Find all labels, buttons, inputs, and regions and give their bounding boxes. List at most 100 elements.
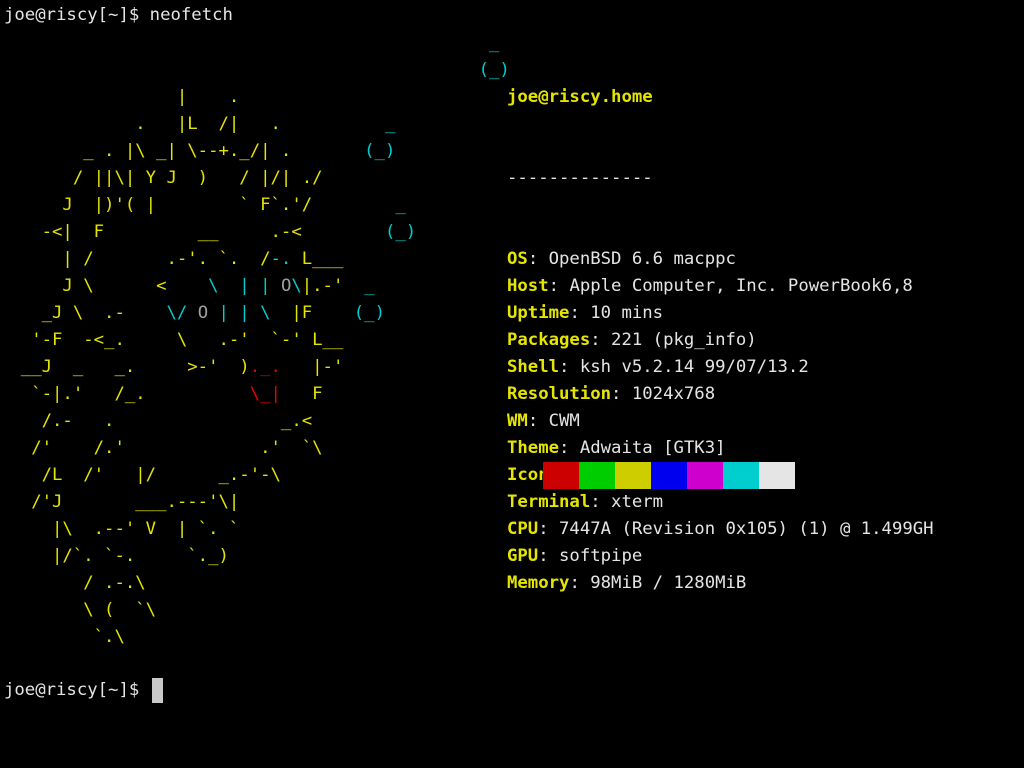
ascii-art-segment: _ . |\ _| \--+._/| . [0,141,365,161]
ascii-art-line: '-F -<_. \ .-' `-' L__ [0,327,510,354]
info-colon: : [538,546,560,566]
ascii-art-line: |\ .--' V | `. ` [0,516,510,543]
info-colon: : [538,519,560,539]
ascii-art-segment: \ | | [208,276,281,296]
ascii-art-segment: `.\ [0,627,125,647]
ascii-art-segment: _ [364,276,375,296]
ascii-art-segment: (_) [364,141,396,161]
info-value: 7447A (Revision 0x105) (1) @ 1.499GH [559,519,934,539]
terminal-window[interactable]: joe@riscy[~]$ neofetch _ (_) | . . |L /|… [0,0,1024,768]
ascii-art-line: _ . |\ _| \--+._/| . (_) [0,138,510,165]
ascii-art-segment: \ ( `\ [0,600,157,620]
palette-swatch [579,462,615,489]
ascii-art-segment: (_) [353,303,385,323]
ascii-art-segment: '-F -<_. \ .-' `-' L__ [0,330,344,350]
info-value: OpenBSD 6.6 macppc [548,249,736,269]
ascii-art-segment: \_| [249,384,281,404]
info-row-packages: Packages: 221 (pkg_info) [507,327,934,354]
info-value: Apple Computer, Inc. PowerBook6,8 [569,276,913,296]
ascii-art-line: / .-.\ [0,570,510,597]
command-line: joe@riscy[~]$ neofetch [4,2,233,29]
info-key: GPU [507,546,539,566]
info-row-wm: WM: CWM [507,408,934,435]
info-row-cpu: CPU: 7447A (Revision 0x105) (1) @ 1.499G… [507,516,934,543]
ascii-art-line: __J _ _. >-' )._. |-' [0,354,510,381]
ascii-art-segment: _J \ .- [0,303,167,323]
ascii-art-segment: |-' [280,357,344,377]
ascii-art-line: /L /' |/ _.-'-\ [0,462,510,489]
ascii-art-segment: ) [239,357,250,377]
ascii-art-line: J |)'( | ` F`.'/ _ [0,192,510,219]
ascii-art-line: / ||\| Y J ) / |/| ./ [0,165,510,192]
ascii-art-segment: _ [395,195,406,215]
ascii-art-segment: (_) [478,60,510,80]
ascii-art-segment: _ [384,114,396,134]
ascii-art-segment: /'J ___.---'\| [0,492,240,512]
ascii-art-line: | / .-'. `. /-. L___ [0,246,510,273]
info-value: ksh v5.2.14 99/07/13.2 [579,357,809,377]
info-row-shell: Shell: ksh v5.2.14 99/07/13.2 [507,354,934,381]
info-colon: : [569,303,591,323]
info-key: Memory [507,573,570,593]
info-value: Adwaita [GTK3] [579,438,726,458]
ascii-art-line: /.- . _.< [0,408,510,435]
info-value: xterm [611,492,664,512]
ascii-art-segment: |F [291,303,354,323]
info-key: Uptime [507,303,570,323]
ascii-art-line: | . [0,84,510,111]
ascii-art-segment: |\ .--' V | `. ` [0,519,240,539]
ascii-art-segment: | . [0,87,240,107]
ascii-art-segment: /L /' |/ _.-'-\ [0,465,281,485]
ascii-art-line: _ [0,30,510,57]
info-colon: : [590,492,612,512]
info-key: WM [507,411,528,431]
info-value: CWM [548,411,580,431]
info-colon: : [569,573,591,593]
ascii-art-segment: J \ < [0,276,209,296]
ascii-art-segment [0,60,479,80]
info-row-gpu: GPU: softpipe [507,543,934,570]
ascii-art-segment: __J _ _. >-' [0,357,240,377]
ascii-art-segment: |/`. `-. `._) [0,546,229,566]
info-key: Packages [507,330,591,350]
palette-swatch [543,462,579,489]
ascii-art-segment: -<| F __ .-< [0,222,385,242]
info-colon: : [548,276,570,296]
info-row-os: OS: OpenBSD 6.6 macppc [507,246,934,273]
info-row-terminal: Terminal: xterm [507,489,934,516]
ascii-art-segment: \/ [166,303,198,323]
ascii-art-segment: `-|.' /_. [0,384,250,404]
ascii-art-line: -<| F __ .-< (_) [0,219,510,246]
ascii-art-segment: / ||\| Y J ) / |/| ./ [0,168,323,188]
info-key: Resolution [507,384,612,404]
ascii-art-segment: | | \ [218,303,292,323]
ascii-art-segment: F [280,384,323,404]
info-colon: : [611,384,632,404]
info-colon: : [559,357,580,377]
ascii-art-segment: . |L /| . [0,114,385,134]
ascii-art-segment: J |)'( | ` F`.'/ [0,195,396,215]
prompt: joe@riscy[~]$ [4,5,140,25]
command: neofetch [149,5,233,25]
palette-swatch [723,462,759,489]
openbsd-ascii-logo: _ (_) | . . |L /| . _ _ . |\ _| \--+._/|… [0,30,510,651]
info-row-uptime: Uptime: 10 mins [507,300,934,327]
ascii-art-line: `.\ [0,624,510,651]
info-row-host: Host: Apple Computer, Inc. PowerBook6,8 [507,273,934,300]
ascii-art-segment [0,33,489,53]
user-host-title: joe@riscy.home [507,87,653,107]
palette-swatch [651,462,687,489]
ascii-art-line: /'J ___.---'\| [0,489,510,516]
ascii-art-line: `-|.' /_. \_| F [0,381,510,408]
ascii-art-line: J \ < \ | | O\|.-' _ [0,273,510,300]
ascii-art-segment: (_) [384,222,417,242]
ascii-art-segment: O [197,303,219,323]
ascii-art-segment: / .-.\ [0,573,146,593]
info-key: Terminal [507,492,591,512]
prompt-line[interactable]: joe@riscy[~]$ [4,677,163,704]
color-palette [543,462,795,489]
info-colon: : [527,249,549,269]
text-cursor[interactable] [151,677,163,703]
info-key: OS [507,249,528,269]
ascii-art-line: (_) [0,57,510,84]
